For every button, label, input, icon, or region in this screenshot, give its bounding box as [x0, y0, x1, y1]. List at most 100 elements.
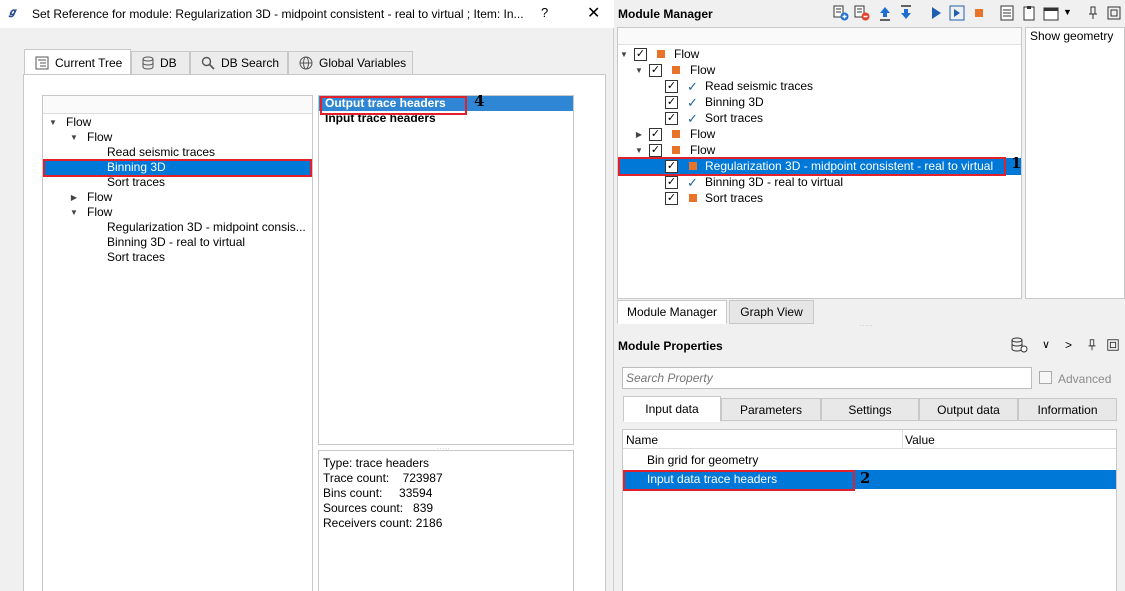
remove-module-icon[interactable]	[854, 5, 870, 21]
module-item-binning-3d[interactable]: Binning 3D	[705, 95, 764, 110]
expand-arrow-icon[interactable]: ▼	[69, 130, 79, 145]
float-window-icon[interactable]	[1106, 5, 1122, 21]
module-item-sort-traces[interactable]: Sort traces	[705, 111, 763, 126]
module-manager-title: Module Manager	[618, 7, 713, 21]
chevron-down-icon[interactable]: ▼	[1063, 7, 1072, 17]
tab-label: Output data	[937, 402, 1000, 417]
pin-icon[interactable]	[1085, 338, 1099, 352]
module-item-flow[interactable]: Flow	[690, 63, 715, 78]
float-window-icon[interactable]	[1106, 338, 1120, 352]
stop-icon[interactable]	[971, 5, 987, 21]
module-checkbox[interactable]: ✓	[634, 48, 647, 61]
tab-label: Global Variables	[319, 56, 407, 70]
show-geometry-label[interactable]: Show geometry	[1030, 29, 1113, 43]
move-up-icon[interactable]	[877, 5, 893, 21]
expand-arrow-icon[interactable]: ▼	[48, 115, 58, 130]
tab-db[interactable]: DB	[131, 51, 190, 75]
column-header-value[interactable]: Value	[905, 433, 935, 447]
search-property-input[interactable]	[622, 367, 1032, 389]
tree-item-binning-3d-real-to-virtual[interactable]: Binning 3D - real to virtual	[107, 235, 245, 250]
expand-arrow-icon[interactable]: ▼	[634, 143, 644, 158]
info-sources-count: Sources count: 839	[323, 501, 434, 515]
tree-item-regularization-3d[interactable]: Regularization 3D - midpoint consis...	[107, 220, 306, 235]
close-button[interactable]: ✕	[587, 3, 600, 23]
column-divider[interactable]	[902, 430, 903, 449]
expand-arrow-icon[interactable]: ▼	[69, 205, 79, 220]
tree-item-flow[interactable]: Flow	[87, 190, 112, 205]
geometry-side-panel: Show geometry	[1025, 27, 1125, 299]
info-receivers-count: Receivers count: 2186	[323, 516, 443, 530]
log-icon[interactable]	[999, 5, 1015, 21]
advanced-label: Advanced	[1058, 372, 1112, 386]
module-checkbox[interactable]: ✓	[665, 176, 678, 189]
help-button[interactable]: ?	[541, 5, 548, 20]
run-icon[interactable]	[928, 5, 944, 21]
tab-parameters[interactable]: Parameters	[721, 398, 821, 421]
module-checkbox[interactable]: ✓	[649, 128, 662, 141]
tab-label: Graph View	[740, 305, 803, 319]
table-row-bin-grid[interactable]: Bin grid for geometry	[647, 453, 758, 468]
tab-input-data[interactable]: Input data	[623, 396, 721, 422]
module-status-check-icon: ✓	[687, 111, 698, 126]
module-item-flow[interactable]: Flow	[674, 47, 699, 62]
module-item-flow[interactable]: Flow	[690, 127, 715, 142]
tab-label: Parameters	[739, 402, 803, 417]
app-logo-icon: 𝒈	[9, 7, 16, 18]
item-info-panel: Type: trace headers Trace count: 723987 …	[318, 450, 574, 591]
module-item-flow[interactable]: Flow	[690, 143, 715, 158]
tab-label: Input data	[645, 402, 699, 416]
module-item-sort-traces[interactable]: Sort traces	[705, 191, 763, 206]
chevron-down-icon[interactable]: ∨	[1042, 338, 1050, 351]
tree-item-flow[interactable]: Flow	[87, 130, 112, 145]
module-checkbox[interactable]: ✓	[649, 64, 662, 77]
items-list[interactable]: Output trace headers Input trace headers	[318, 95, 574, 445]
tab-settings[interactable]: Settings	[821, 398, 919, 421]
expand-arrow-icon[interactable]: ▼	[619, 47, 629, 62]
tree-item-flow[interactable]: Flow	[87, 205, 112, 220]
move-down-icon[interactable]	[898, 5, 914, 21]
tab-db-search[interactable]: DB Search	[190, 51, 288, 75]
database-settings-icon[interactable]	[1010, 337, 1028, 353]
module-item-binning-3d-real-to-virtual[interactable]: Binning 3D - real to virtual	[705, 175, 843, 190]
module-checkbox[interactable]: ✓	[665, 80, 678, 93]
run-step-icon[interactable]	[949, 5, 965, 21]
module-checkbox[interactable]: ✓	[665, 96, 678, 109]
module-item-read-seismic-traces[interactable]: Read seismic traces	[705, 79, 813, 94]
tab-current-tree[interactable]: Current Tree	[24, 49, 131, 76]
module-tree[interactable]: ▼ ✓ Flow ▼ ✓ Flow ✓ ✓ Read seismic trace…	[617, 27, 1022, 299]
tab-information[interactable]: Information	[1018, 398, 1117, 421]
module-checkbox[interactable]: ✓	[665, 112, 678, 125]
flow-square-icon	[672, 146, 680, 154]
tree-item-sort-traces[interactable]: Sort traces	[107, 250, 165, 265]
splitter-handle[interactable]: .....	[860, 322, 873, 328]
tab-graph-view[interactable]: Graph View	[729, 300, 814, 324]
properties-table: Name Value Bin grid for geometry Input d…	[622, 429, 1117, 591]
module-checkbox[interactable]: ✓	[649, 144, 662, 157]
collapse-arrow-icon[interactable]: ▶	[69, 190, 79, 205]
chevron-right-icon[interactable]: >	[1065, 338, 1072, 352]
annotation-marker-1: 1	[1011, 154, 1022, 172]
tab-output-data[interactable]: Output data	[919, 398, 1018, 421]
advanced-checkbox[interactable]	[1039, 371, 1052, 384]
collapse-arrow-icon[interactable]: ▶	[634, 127, 644, 142]
pin-icon[interactable]	[1085, 5, 1101, 21]
expand-arrow-icon[interactable]: ▼	[634, 63, 644, 78]
tab-label: Information	[1037, 402, 1098, 417]
tree-item-read-seismic-traces[interactable]: Read seismic traces	[107, 145, 215, 160]
tree-item-flow[interactable]: Flow	[66, 115, 91, 130]
module-status-check-icon: ✓	[687, 79, 698, 94]
info-bins-count: Bins count: 33594	[323, 486, 433, 500]
tab-module-manager[interactable]: Module Manager	[617, 300, 727, 324]
clipboard-icon[interactable]	[1021, 5, 1037, 21]
module-checkbox[interactable]: ✓	[665, 192, 678, 205]
dialog-titlebar: 𝒈 Set Reference for module: Regularizati…	[0, 0, 614, 28]
add-module-icon[interactable]	[833, 5, 849, 21]
tree-item-sort-traces[interactable]: Sort traces	[107, 175, 165, 190]
reference-dialog: 𝒈 Set Reference for module: Regularizati…	[0, 0, 614, 591]
info-type: Type: trace headers	[323, 456, 430, 470]
tab-global-variables[interactable]: Global Variables	[288, 51, 413, 75]
annotation-box-1	[618, 157, 1006, 176]
window-icon[interactable]	[1043, 5, 1059, 21]
column-header-name[interactable]: Name	[626, 433, 658, 447]
flow-tree[interactable]: ▼ Flow ▼ Flow Read seismic traces Binnin…	[42, 95, 313, 591]
